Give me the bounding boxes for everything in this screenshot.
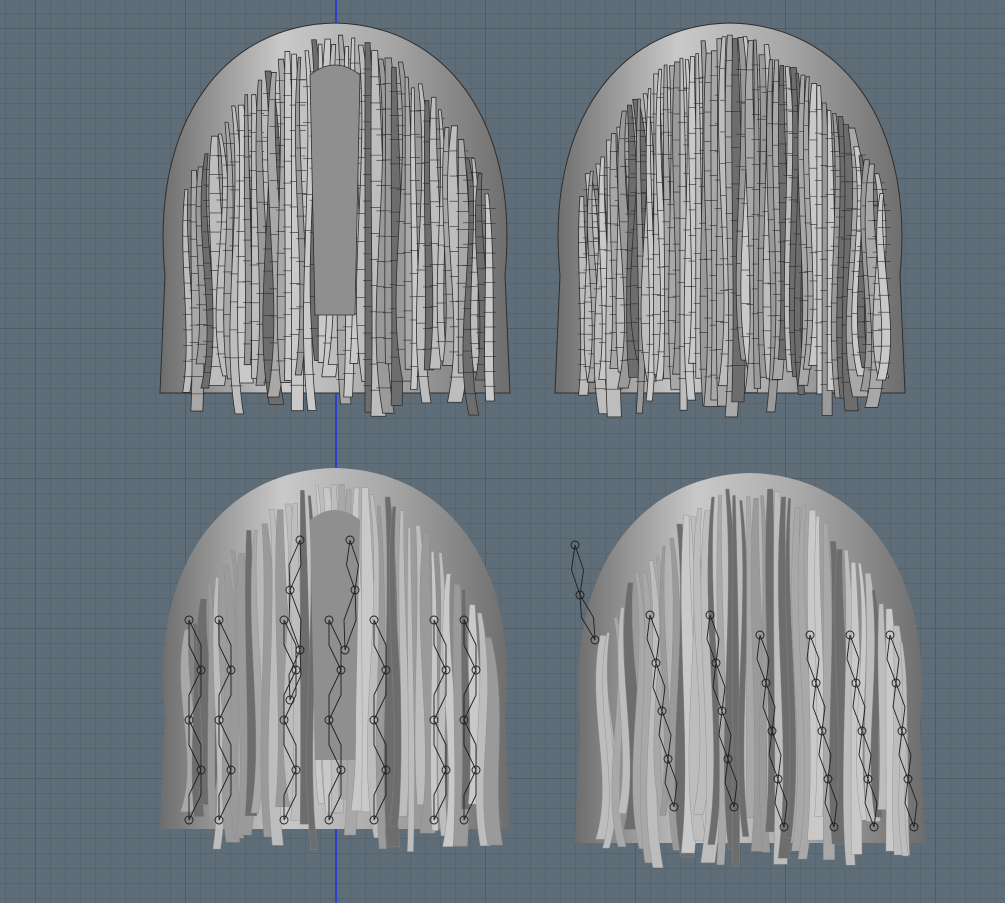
hair-mesh — [554, 22, 906, 418]
hair-side-shaded-with-bones[interactable] — [550, 465, 950, 885]
3d-viewport[interactable] — [0, 0, 1005, 903]
hair-mesh — [160, 468, 510, 852]
hair-front-shaded-with-bones[interactable] — [140, 460, 530, 870]
hair-back-wireframe[interactable] — [535, 15, 925, 435]
hair-mesh — [575, 473, 925, 868]
hair-mesh — [159, 22, 511, 417]
hair-front-wireframe[interactable] — [140, 15, 530, 435]
